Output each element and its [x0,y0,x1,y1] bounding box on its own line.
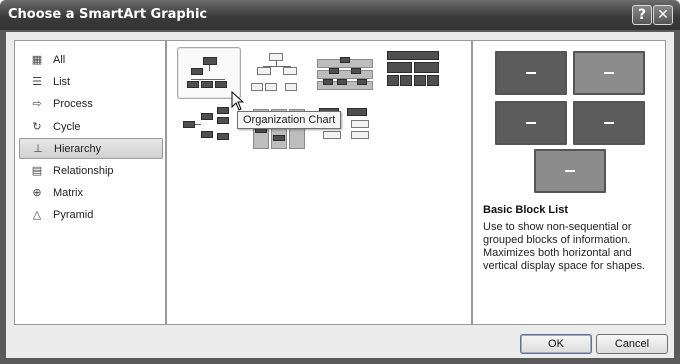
all-icon: ▦ [31,53,43,66]
category-label: Hierarchy [54,142,102,155]
help-button[interactable]: ? [632,5,652,25]
preview-shape [573,101,645,145]
category-list: ▦ All ☰ List ⇨ Process ↻ Cycle ⊥ Hierarc… [14,40,166,325]
layout-table-hierarchy[interactable] [381,47,445,99]
preview-shape [495,51,567,95]
layout-tooltip: Organization Chart [237,111,342,129]
category-all[interactable]: ▦ All [19,49,163,70]
title-bar: Choose a SmartArt Graphic ? ✕ [0,0,680,30]
category-list-item[interactable]: ☰ List [19,71,163,92]
layout-gallery: Organization Chart [166,40,472,325]
category-label: Relationship [53,164,114,177]
category-cycle[interactable]: ↻ Cycle [19,116,163,137]
cancel-button[interactable]: Cancel [596,334,668,354]
close-button[interactable]: ✕ [653,5,673,25]
preview-shape [534,149,606,193]
preview-description: Use to show non-sequential or grouped bl… [483,221,646,272]
relationship-icon: ▤ [31,164,43,177]
hierarchy-icon: ⊥ [33,142,43,155]
category-matrix[interactable]: ⊕ Matrix [19,182,163,203]
ok-button[interactable]: OK [520,334,592,354]
category-label: All [53,53,66,66]
preview-shape [495,101,567,145]
matrix-icon: ⊕ [32,186,42,199]
category-process[interactable]: ⇨ Process [19,93,163,114]
category-label: List [53,75,71,88]
category-hierarchy[interactable]: ⊥ Hierarchy [19,138,163,159]
category-label: Pyramid [53,208,94,221]
preview-pane: Basic Block List Use to show non-sequent… [472,40,666,325]
dialog-title: Choose a SmartArt Graphic [8,7,208,22]
category-label: Matrix [53,186,83,199]
mouse-pointer-icon [231,91,245,111]
category-label: Process [53,97,93,110]
preview-title: Basic Block List [483,204,568,216]
process-icon: ⇨ [32,97,42,110]
layout-hierarchy[interactable] [245,47,309,99]
category-relationship[interactable]: ▤ Relationship [19,160,163,181]
cycle-icon: ↻ [32,120,42,133]
dialog-body: ▦ All ☰ List ⇨ Process ↻ Cycle ⊥ Hierarc… [6,32,674,358]
smartart-dialog: Choose a SmartArt Graphic ? ✕ ▦ All ☰ Li… [0,0,680,364]
category-label: Cycle [53,120,81,133]
category-pyramid[interactable]: △ Pyramid [19,204,163,225]
preview-shape [573,51,645,95]
pyramid-icon: △ [32,208,42,221]
list-icon: ☰ [32,75,42,88]
layout-labeled-hierarchy[interactable] [313,47,377,99]
